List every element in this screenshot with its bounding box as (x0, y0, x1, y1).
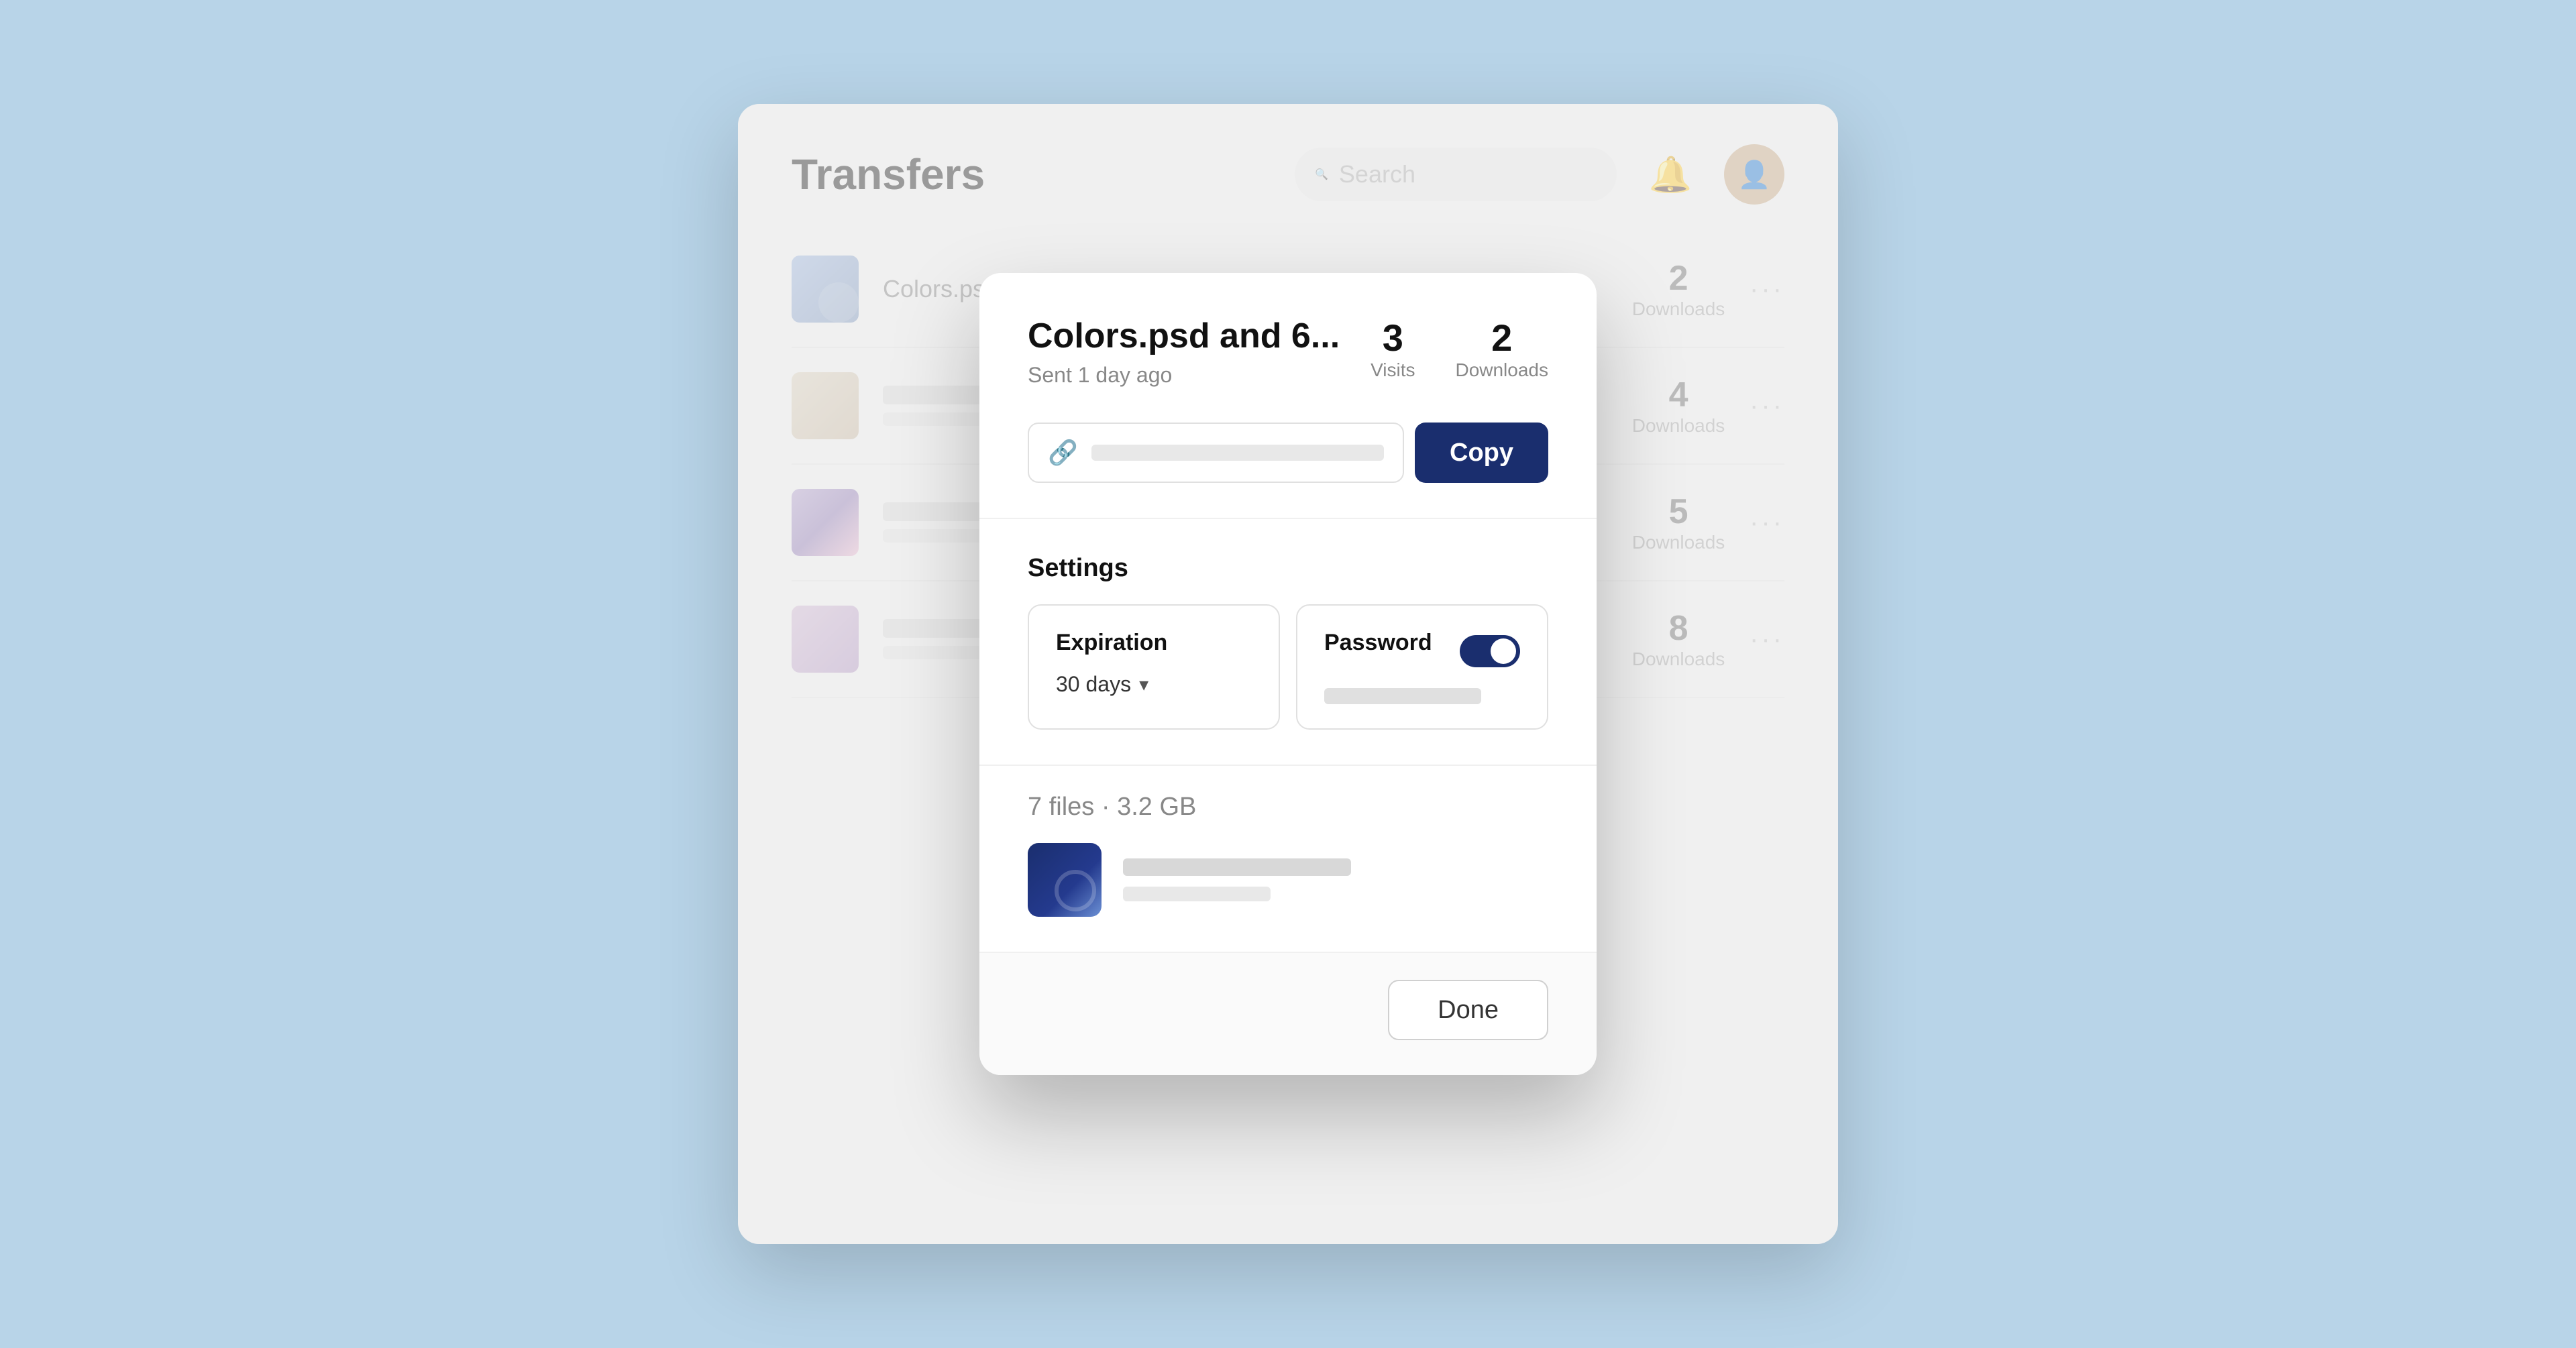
link-input[interactable]: 🔗 (1028, 423, 1404, 483)
chevron-down-icon: ▾ (1139, 673, 1148, 695)
downloads-label: Downloads (1455, 359, 1548, 381)
modal-body: Colors.psd and 6... Sent 1 day ago 3 Vis… (979, 273, 1597, 917)
expiration-label: Expiration (1056, 630, 1252, 656)
section-divider (979, 518, 1597, 519)
modal-title: Colors.psd and 6... (1028, 316, 1371, 356)
file-info (1123, 858, 1548, 901)
link-row: 🔗 Copy (1028, 423, 1548, 483)
password-placeholder (1324, 688, 1481, 704)
files-count: 7 files (1028, 793, 1094, 821)
modal-stats: 3 Visits 2 Downloads (1371, 316, 1548, 381)
visits-stat: 3 Visits (1371, 316, 1415, 381)
file-item (1028, 843, 1548, 917)
modal-sent-ago: Sent 1 day ago (1028, 363, 1371, 388)
file-thumbnail (1028, 843, 1102, 917)
transfer-detail-modal: Colors.psd and 6... Sent 1 day ago 3 Vis… (979, 273, 1597, 1075)
downloads-stat: 2 Downloads (1455, 316, 1548, 381)
file-size-placeholder (1123, 887, 1271, 901)
modal-footer: Done (979, 952, 1597, 1075)
settings-cards: Expiration 30 days ▾ Password (1028, 604, 1548, 730)
app-window: Transfers 🔍 Search 🔔 👤 Colors.ps 2 Downl… (738, 104, 1838, 1244)
link-icon: 🔗 (1048, 439, 1078, 467)
toggle-knob (1491, 638, 1516, 664)
file-name-placeholder (1123, 858, 1351, 876)
files-size-separator: · (1102, 793, 1117, 821)
modal-header: Colors.psd and 6... Sent 1 day ago 3 Vis… (1028, 316, 1548, 388)
downloads-count: 2 (1491, 316, 1512, 359)
expiration-select[interactable]: 30 days ▾ (1056, 672, 1252, 697)
link-url-placeholder (1091, 445, 1384, 461)
password-label: Password (1324, 630, 1432, 656)
files-size: 3.2 GB (1117, 793, 1196, 821)
modal-overlay: Colors.psd and 6... Sent 1 day ago 3 Vis… (738, 104, 1838, 1244)
copy-button[interactable]: Copy (1415, 423, 1548, 483)
expiration-card: Expiration 30 days ▾ (1028, 604, 1280, 730)
done-button[interactable]: Done (1388, 980, 1548, 1040)
files-divider (979, 765, 1597, 766)
visits-label: Visits (1371, 359, 1415, 381)
visits-count: 3 (1383, 316, 1403, 359)
expiration-value: 30 days (1056, 672, 1131, 697)
modal-title-section: Colors.psd and 6... Sent 1 day ago (1028, 316, 1371, 388)
password-toggle[interactable] (1460, 635, 1520, 667)
settings-title: Settings (1028, 554, 1548, 583)
password-card: Password (1296, 604, 1548, 730)
password-header: Password (1324, 630, 1520, 672)
files-header: 7 files · 3.2 GB (1028, 793, 1548, 822)
